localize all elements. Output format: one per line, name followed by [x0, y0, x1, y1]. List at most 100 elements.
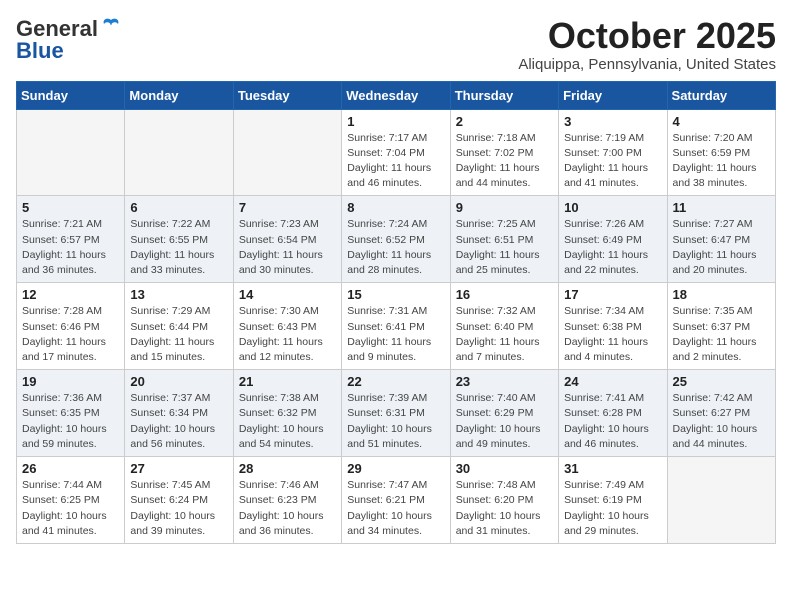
- day-info: Sunrise: 7:28 AM Sunset: 6:46 PM Dayligh…: [22, 304, 119, 365]
- calendar-day-20: 20 Sunrise: 7:37 AM Sunset: 6:34 PM Dayli…: [125, 370, 233, 457]
- day-number: 18: [673, 287, 770, 302]
- calendar-day-3: 3 Sunrise: 7:19 AM Sunset: 7:00 PM Daylig…: [559, 109, 667, 196]
- calendar-day-9: 9 Sunrise: 7:25 AM Sunset: 6:51 PM Daylig…: [450, 196, 558, 283]
- day-info: Sunrise: 7:49 AM Sunset: 6:19 PM Dayligh…: [564, 478, 661, 539]
- day-number: 19: [22, 374, 119, 389]
- day-number: 5: [22, 200, 119, 215]
- day-number: 16: [456, 287, 553, 302]
- month-title: October 2025: [518, 16, 776, 56]
- day-info: Sunrise: 7:44 AM Sunset: 6:25 PM Dayligh…: [22, 478, 119, 539]
- calendar-day-empty: [17, 109, 125, 196]
- calendar-day-15: 15 Sunrise: 7:31 AM Sunset: 6:41 PM Dayli…: [342, 283, 450, 370]
- day-number: 23: [456, 374, 553, 389]
- day-number: 8: [347, 200, 444, 215]
- day-number: 9: [456, 200, 553, 215]
- day-number: 15: [347, 287, 444, 302]
- day-number: 12: [22, 287, 119, 302]
- calendar-day-13: 13Sunrise: 7:29 AM Sunset: 6:44 PM Dayli…: [125, 283, 233, 370]
- header-friday: Friday: [559, 81, 667, 109]
- day-info: Sunrise: 7:19 AM Sunset: 7:00 PM Dayligh…: [564, 131, 661, 192]
- day-info: Sunrise: 7:20 AM Sunset: 6:59 PM Dayligh…: [673, 131, 770, 192]
- calendar-day-11: 11 Sunrise: 7:27 AM Sunset: 6:47 PM Dayli…: [667, 196, 775, 283]
- calendar-day-24: 24 Sunrise: 7:41 AM Sunset: 6:28 PM Dayli…: [559, 370, 667, 457]
- day-number: 21: [239, 374, 336, 389]
- day-number: 6: [130, 200, 227, 215]
- calendar-day-7: 7 Sunrise: 7:23 AM Sunset: 6:54 PM Daylig…: [233, 196, 341, 283]
- calendar-day-29: 29 Sunrise: 7:47 AM Sunset: 6:21 PM Dayli…: [342, 457, 450, 544]
- calendar-week-row: 1 Sunrise: 7:17 AM Sunset: 7:04 PM Daylig…: [17, 109, 776, 196]
- day-number: 3: [564, 114, 661, 129]
- day-info: Sunrise: 7:40 AM Sunset: 6:29 PM Dayligh…: [456, 391, 553, 452]
- day-number: 22: [347, 374, 444, 389]
- day-number: 20: [130, 374, 227, 389]
- day-info: Sunrise: 7:23 AM Sunset: 6:54 PM Dayligh…: [239, 217, 336, 278]
- day-info: Sunrise: 7:45 AM Sunset: 6:24 PM Dayligh…: [130, 478, 227, 539]
- day-info: Sunrise: 7:41 AM Sunset: 6:28 PM Dayligh…: [564, 391, 661, 452]
- header-sunday: Sunday: [17, 81, 125, 109]
- day-info: Sunrise: 7:32 AM Sunset: 6:40 PM Dayligh…: [456, 304, 553, 365]
- day-info: Sunrise: 7:18 AM Sunset: 7:02 PM Dayligh…: [456, 131, 553, 192]
- day-number: 11: [673, 200, 770, 215]
- day-number: 1: [347, 114, 444, 129]
- day-info: Sunrise: 7:31 AM Sunset: 6:41 PM Dayligh…: [347, 304, 444, 365]
- day-info: Sunrise: 7:27 AM Sunset: 6:47 PM Dayligh…: [673, 217, 770, 278]
- day-info: Sunrise: 7:17 AM Sunset: 7:04 PM Dayligh…: [347, 131, 444, 192]
- calendar-day-empty: [233, 109, 341, 196]
- day-info: Sunrise: 7:22 AM Sunset: 6:55 PM Dayligh…: [130, 217, 227, 278]
- calendar-table: SundayMondayTuesdayWednesdayThursdayFrid…: [16, 81, 776, 544]
- day-number: 27: [130, 461, 227, 476]
- calendar-day-4: 4 Sunrise: 7:20 AM Sunset: 6:59 PM Daylig…: [667, 109, 775, 196]
- day-number: 7: [239, 200, 336, 215]
- logo: General Blue: [16, 16, 122, 64]
- calendar-header-row: SundayMondayTuesdayWednesdayThursdayFrid…: [17, 81, 776, 109]
- day-info: Sunrise: 7:39 AM Sunset: 6:31 PM Dayligh…: [347, 391, 444, 452]
- day-number: 29: [347, 461, 444, 476]
- calendar-day-31: 31 Sunrise: 7:49 AM Sunset: 6:19 PM Dayli…: [559, 457, 667, 544]
- calendar-day-12: 12 Sunrise: 7:28 AM Sunset: 6:46 PM Dayli…: [17, 283, 125, 370]
- calendar-day-25: 25Sunrise: 7:42 AM Sunset: 6:27 PM Dayli…: [667, 370, 775, 457]
- calendar-day-empty: [667, 457, 775, 544]
- day-info: Sunrise: 7:35 AM Sunset: 6:37 PM Dayligh…: [673, 304, 770, 365]
- calendar-day-1: 1 Sunrise: 7:17 AM Sunset: 7:04 PM Daylig…: [342, 109, 450, 196]
- calendar-day-empty: [125, 109, 233, 196]
- calendar-week-row: 5 Sunrise: 7:21 AM Sunset: 6:57 PM Daylig…: [17, 196, 776, 283]
- day-info: Sunrise: 7:26 AM Sunset: 6:49 PM Dayligh…: [564, 217, 661, 278]
- day-info: Sunrise: 7:36 AM Sunset: 6:35 PM Dayligh…: [22, 391, 119, 452]
- calendar-day-14: 14 Sunrise: 7:30 AM Sunset: 6:43 PM Dayli…: [233, 283, 341, 370]
- calendar-day-19: 19 Sunrise: 7:36 AM Sunset: 6:35 PM Dayli…: [17, 370, 125, 457]
- day-number: 10: [564, 200, 661, 215]
- calendar-day-28: 28Sunrise: 7:46 AM Sunset: 6:23 PM Dayli…: [233, 457, 341, 544]
- day-number: 28: [239, 461, 336, 476]
- calendar-day-22: 22 Sunrise: 7:39 AM Sunset: 6:31 PM Dayli…: [342, 370, 450, 457]
- day-number: 26: [22, 461, 119, 476]
- page-header: General Blue October 2025 Aliquippa, Pen…: [16, 16, 776, 73]
- day-info: Sunrise: 7:21 AM Sunset: 6:57 PM Dayligh…: [22, 217, 119, 278]
- calendar-week-row: 26 Sunrise: 7:44 AM Sunset: 6:25 PM Dayli…: [17, 457, 776, 544]
- calendar-day-6: 6 Sunrise: 7:22 AM Sunset: 6:55 PM Daylig…: [125, 196, 233, 283]
- header-saturday: Saturday: [667, 81, 775, 109]
- day-number: 4: [673, 114, 770, 129]
- logo-blue: Blue: [16, 38, 64, 64]
- calendar-day-8: 8 Sunrise: 7:24 AM Sunset: 6:52 PM Daylig…: [342, 196, 450, 283]
- day-number: 2: [456, 114, 553, 129]
- day-info: Sunrise: 7:30 AM Sunset: 6:43 PM Dayligh…: [239, 304, 336, 365]
- day-number: 24: [564, 374, 661, 389]
- location-title: Aliquippa, Pennsylvania, United States: [518, 56, 776, 73]
- day-info: Sunrise: 7:47 AM Sunset: 6:21 PM Dayligh…: [347, 478, 444, 539]
- day-number: 14: [239, 287, 336, 302]
- calendar-day-26: 26 Sunrise: 7:44 AM Sunset: 6:25 PM Dayli…: [17, 457, 125, 544]
- calendar-week-row: 19 Sunrise: 7:36 AM Sunset: 6:35 PM Dayli…: [17, 370, 776, 457]
- day-number: 17: [564, 287, 661, 302]
- calendar-day-18: 18 Sunrise: 7:35 AM Sunset: 6:37 PM Dayli…: [667, 283, 775, 370]
- day-info: Sunrise: 7:38 AM Sunset: 6:32 PM Dayligh…: [239, 391, 336, 452]
- day-info: Sunrise: 7:24 AM Sunset: 6:52 PM Dayligh…: [347, 217, 444, 278]
- calendar-week-row: 12 Sunrise: 7:28 AM Sunset: 6:46 PM Dayli…: [17, 283, 776, 370]
- day-number: 31: [564, 461, 661, 476]
- day-info: Sunrise: 7:25 AM Sunset: 6:51 PM Dayligh…: [456, 217, 553, 278]
- logo-bird-icon: [100, 16, 122, 38]
- day-info: Sunrise: 7:48 AM Sunset: 6:20 PM Dayligh…: [456, 478, 553, 539]
- calendar-day-17: 17Sunrise: 7:34 AM Sunset: 6:38 PM Dayli…: [559, 283, 667, 370]
- day-info: Sunrise: 7:42 AM Sunset: 6:27 PM Dayligh…: [673, 391, 770, 452]
- day-info: Sunrise: 7:37 AM Sunset: 6:34 PM Dayligh…: [130, 391, 227, 452]
- calendar-day-21: 21 Sunrise: 7:38 AM Sunset: 6:32 PM Dayli…: [233, 370, 341, 457]
